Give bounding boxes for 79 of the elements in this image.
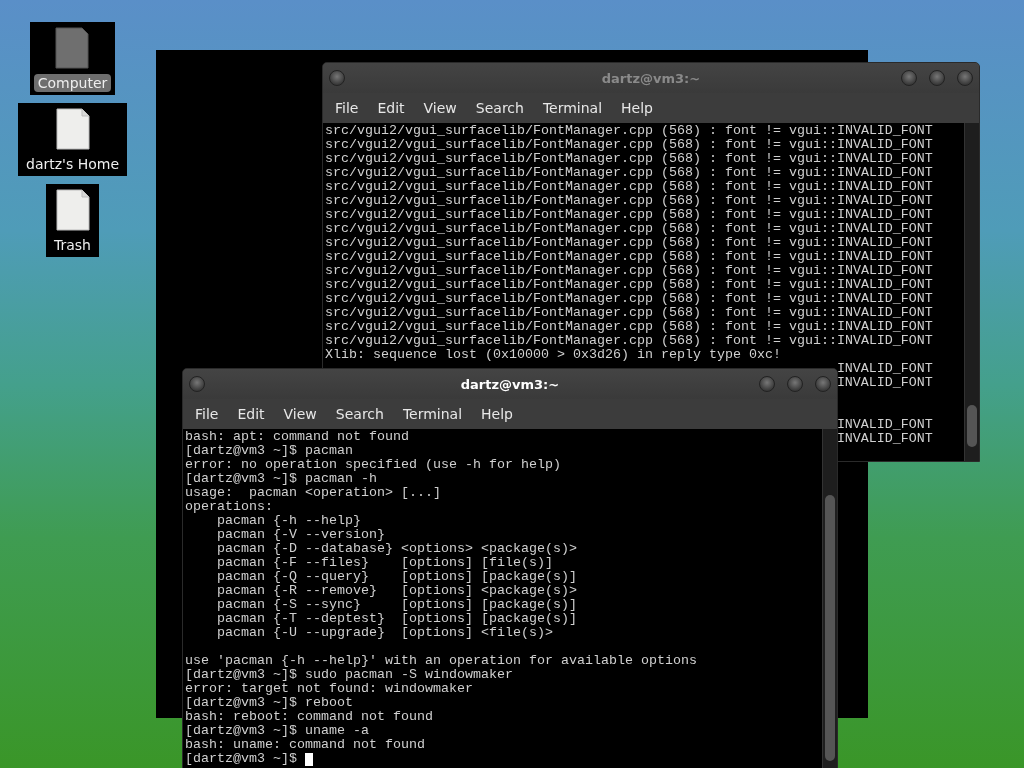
terminal-line: pacman {-R --remove} [options] <package(s)> bbox=[216, 584, 577, 598]
window-button[interactable] bbox=[815, 376, 831, 392]
terminal-line: pacman {-h --help} bbox=[216, 514, 361, 528]
terminal-line: src/vgui2/vgui_surfacelib/FontManager.cpp (568) : font != vgui::INVALID_FONT bbox=[325, 250, 933, 264]
terminal-line: [dartz@vm3 ~]$ bbox=[185, 752, 297, 766]
terminal-line: src/vgui2/vgui_surfacelib/FontManager.cpp (568) : font != vgui::INVALID_FONT bbox=[325, 320, 933, 334]
icon-label: Computer bbox=[33, 74, 112, 92]
terminal-line: src/vgui2/vgui_surfacelib/FontManager.cpp (568) : font != vgui::INVALID_FONT bbox=[325, 292, 933, 306]
terminal-line: [dartz@vm3 ~]$ pacman -h bbox=[185, 472, 377, 486]
document-icon bbox=[53, 187, 92, 233]
desktop-icon[interactable]: dartz's Home bbox=[18, 103, 127, 176]
terminal-line: bash: apt: command not found bbox=[185, 430, 409, 444]
terminal-line: [dartz@vm3 ~]$ reboot bbox=[185, 696, 353, 710]
terminal-line: INVALID_FONT bbox=[836, 376, 933, 390]
terminal-line: [dartz@vm3 ~]$ pacman bbox=[185, 444, 353, 458]
window-button[interactable] bbox=[929, 70, 945, 86]
terminal-line: src/vgui2/vgui_surfacelib/FontManager.cpp (568) : font != vgui::INVALID_FONT bbox=[325, 166, 933, 180]
terminal-line: src/vgui2/vgui_surfacelib/FontManager.cpp (568) : font != vgui::INVALID_FONT bbox=[325, 208, 933, 222]
menu-item[interactable]: File bbox=[187, 403, 227, 425]
menu-item[interactable]: Help bbox=[613, 97, 661, 119]
terminal-line: src/vgui2/vgui_surfacelib/FontManager.cpp (568) : font != vgui::INVALID_FONT bbox=[325, 264, 933, 278]
terminal-line: src/vgui2/vgui_surfacelib/FontManager.cpp (568) : font != vgui::INVALID_FONT bbox=[325, 152, 933, 166]
terminal-line: src/vgui2/vgui_surfacelib/FontManager.cpp (568) : font != vgui::INVALID_FONT bbox=[325, 306, 933, 320]
icon-label: dartz's Home bbox=[25, 155, 120, 173]
terminal-line: usage: pacman <operation> [...] bbox=[185, 486, 441, 500]
window-button[interactable] bbox=[329, 70, 345, 86]
document-icon bbox=[53, 106, 92, 152]
terminal-line: Xlib: sequence lost (0x10000 > 0x3d26) in reply type 0xc! bbox=[325, 348, 781, 362]
menu-item[interactable]: Edit bbox=[229, 403, 273, 425]
terminal-line: src/vgui2/vgui_surfacelib/FontManager.cpp (568) : font != vgui::INVALID_FONT bbox=[325, 180, 933, 194]
terminal-line: pacman {-F --files} [options] [file(s)] bbox=[216, 556, 553, 570]
window-title: dartz@vm3:~ bbox=[460, 376, 560, 392]
terminal-line: pacman {-U --upgrade} [options] <file(s)> bbox=[216, 626, 553, 640]
window-button[interactable] bbox=[901, 70, 917, 86]
menu-item[interactable]: Search bbox=[467, 97, 532, 119]
desktop-icon[interactable]: Trash bbox=[46, 184, 99, 257]
terminal-line: use 'pacman {-h --help}' with an operation for available options bbox=[185, 654, 697, 668]
file-icon bbox=[53, 25, 92, 71]
terminal-line: pacman {-V --version} bbox=[216, 528, 385, 542]
terminal-line: operations: bbox=[185, 500, 273, 514]
terminal-line: INVALID_FONT bbox=[836, 362, 933, 376]
desktop-icon[interactable]: Computer bbox=[29, 22, 116, 95]
menu-item[interactable]: Terminal bbox=[534, 97, 611, 119]
terminal-line: INVALID_FONT bbox=[836, 418, 933, 432]
terminal-line: src/vgui2/vgui_surfacelib/FontManager.cpp (568) : font != vgui::INVALID_FONT bbox=[325, 236, 933, 250]
window-button[interactable] bbox=[189, 376, 205, 392]
menu-item[interactable]: Help bbox=[473, 403, 521, 425]
terminal-line: src/vgui2/vgui_surfacelib/FontManager.cpp (568) : font != vgui::INVALID_FONT bbox=[325, 334, 933, 348]
terminal-line: error: target not found: windowmaker bbox=[185, 682, 473, 696]
terminal-line: src/vgui2/vgui_surfacelib/FontManager.cpp (568) : font != vgui::INVALID_FONT bbox=[325, 194, 933, 208]
scrollbar[interactable] bbox=[822, 429, 837, 768]
window-button[interactable] bbox=[787, 376, 803, 392]
terminal-line: pacman {-S --sync} [options] [package(s)] bbox=[216, 598, 577, 612]
terminal-line: src/vgui2/vgui_surfacelib/FontManager.cpp (568) : font != vgui::INVALID_FONT bbox=[325, 222, 933, 236]
window-button[interactable] bbox=[759, 376, 775, 392]
scrollbar[interactable] bbox=[964, 123, 979, 461]
terminal-line: error: no operation specified (use -h for help) bbox=[185, 458, 561, 472]
terminal-line: bash: uname: command not found bbox=[185, 738, 425, 752]
terminal-line: [dartz@vm3 ~]$ uname -a bbox=[185, 724, 369, 738]
terminal-line: src/vgui2/vgui_surfacelib/FontManager.cpp (568) : font != vgui::INVALID_FONT bbox=[325, 124, 933, 138]
terminal-line: INVALID_FONT bbox=[836, 432, 933, 446]
menu-item[interactable]: View bbox=[275, 403, 325, 425]
menu-item[interactable]: Edit bbox=[369, 97, 413, 119]
menu-item[interactable]: Search bbox=[327, 403, 392, 425]
menu-item[interactable]: View bbox=[415, 97, 465, 119]
scrollbar-thumb[interactable] bbox=[825, 495, 835, 761]
menu-item[interactable]: File bbox=[327, 97, 367, 119]
terminal-line: bash: reboot: command not found bbox=[185, 710, 433, 724]
window-button[interactable] bbox=[957, 70, 973, 86]
scrollbar-thumb[interactable] bbox=[967, 405, 977, 447]
terminal-line: src/vgui2/vgui_surfacelib/FontManager.cpp (568) : font != vgui::INVALID_FONT bbox=[325, 138, 933, 152]
window-title: dartz@vm3:~ bbox=[601, 70, 701, 86]
terminal-line: [dartz@vm3 ~]$ sudo pacman -S windowmaker bbox=[185, 668, 513, 682]
terminal-line: src/vgui2/vgui_surfacelib/FontManager.cpp (568) : font != vgui::INVALID_FONT bbox=[325, 278, 933, 292]
icon-label: Trash bbox=[53, 236, 92, 254]
terminal-line: pacman {-Q --query} [options] [package(s)] bbox=[216, 570, 577, 584]
terminal-line: pacman {-D --database} <options> <package(s)> bbox=[216, 542, 577, 556]
terminal-line: pacman {-T --deptest} [options] [package(s)] bbox=[216, 612, 577, 626]
menu-item[interactable]: Terminal bbox=[394, 403, 471, 425]
